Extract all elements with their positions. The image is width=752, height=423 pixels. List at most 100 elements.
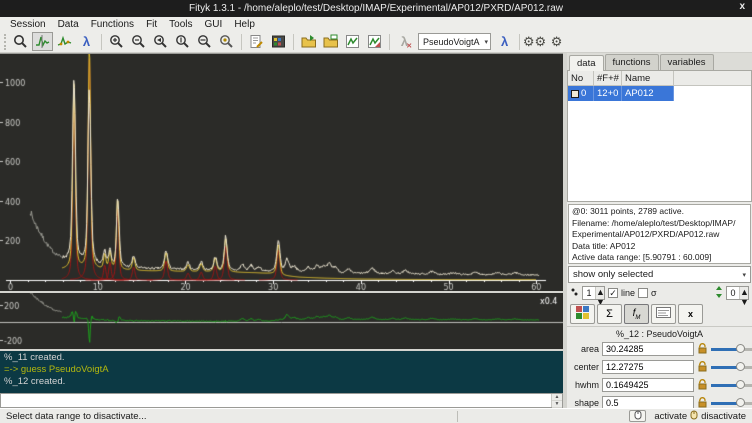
formula-text-button[interactable] (651, 304, 676, 324)
hwhm-field[interactable] (602, 378, 694, 392)
save-image-button[interactable] (364, 32, 385, 51)
menu-session[interactable]: Session (4, 19, 52, 30)
toolbar-handle (4, 34, 7, 50)
center-slider[interactable] (711, 362, 752, 372)
run-fit-button[interactable]: ⚙⚙ (524, 32, 545, 51)
zoom-out-button[interactable] (128, 32, 149, 51)
peak-type-dropdown[interactable]: PseudoVoigtA ▾ (418, 33, 491, 50)
dataset-info-box[interactable]: @0: 3011 points, 2789 active. Filename: … (568, 204, 751, 264)
zoom-in-icon (109, 34, 124, 49)
save-data-button[interactable] (342, 32, 363, 51)
zoom-prev-icon (153, 34, 168, 49)
show-formula-button[interactable]: fM (624, 304, 649, 324)
zoom-all-button[interactable] (216, 32, 237, 51)
aux-plot-panel (0, 291, 563, 349)
tab-data[interactable]: data (569, 55, 604, 71)
close-button[interactable]: x (739, 1, 745, 12)
data-range-mode-button[interactable] (32, 32, 53, 51)
menu-data[interactable]: Data (52, 19, 85, 30)
shift-spinner[interactable]: 0 ▲▼ (726, 286, 749, 300)
formula-box-icon (656, 307, 671, 321)
title-bar: Fityk 1.3.1 - /home/aleplo/test/Desktop/… (0, 0, 752, 17)
delete-function-button[interactable]: x (678, 304, 703, 324)
disactivate-label: disactivate (701, 411, 746, 422)
dataset-row[interactable]: 0 12+0 AP012 (568, 86, 674, 101)
data-transform-button[interactable] (268, 32, 289, 51)
mouse-hint-button[interactable] (629, 410, 646, 422)
zoom-mode-button[interactable] (10, 32, 31, 51)
point-size-spinner[interactable]: 1 ▲▼ (582, 286, 605, 300)
main-plot-panel (0, 53, 563, 291)
param-label: hwhm (569, 380, 599, 390)
param-row-hwhm: hwhm (567, 377, 752, 393)
info-line: Experimental/AP012/PXRD/AP012.raw (572, 229, 747, 241)
command-input-row: ▲▼ (0, 393, 563, 408)
undefine-function-button[interactable]: λ✕ (394, 32, 415, 51)
spin-down-icon[interactable]: ▼ (552, 401, 562, 408)
area-field[interactable] (602, 342, 694, 356)
gears-icon: ⚙⚙ (523, 35, 546, 48)
load-data-button[interactable] (298, 32, 319, 51)
toolbar-separator (293, 34, 294, 50)
toolbar-separator (519, 34, 520, 50)
col-functions-count: #F+# (594, 71, 622, 85)
menu-gui[interactable]: GUI (199, 19, 229, 30)
function-tools-row: Σ fM x (567, 302, 752, 326)
hwhm-slider[interactable] (711, 380, 752, 390)
chevron-down-icon: ▾ (485, 38, 489, 46)
dataset-func-count: 12+0 (594, 86, 622, 101)
dataset-table[interactable]: No #F+# Name 0 12+0 AP012 (567, 70, 752, 202)
formula-icon: fM (633, 308, 641, 321)
auto-add-peak-button[interactable]: λ (494, 32, 515, 51)
menu-tools[interactable]: Tools (163, 19, 198, 30)
lock-icon[interactable] (697, 360, 708, 375)
toolbar-separator (101, 34, 102, 50)
lock-icon[interactable] (697, 342, 708, 357)
status-divider (457, 411, 458, 422)
area-slider[interactable] (711, 344, 752, 354)
zoom-prev-button[interactable] (150, 32, 171, 51)
menu-functions[interactable]: Functions (85, 19, 140, 30)
zoom-horiz-button[interactable] (194, 32, 215, 51)
spin-up-icon[interactable]: ▲ (740, 287, 748, 297)
edit-script-button[interactable] (246, 32, 267, 51)
zoom-vert-button[interactable] (172, 32, 193, 51)
zoom-in-button[interactable] (106, 32, 127, 51)
sum-button[interactable]: Σ (597, 304, 622, 324)
center-field[interactable] (602, 360, 694, 374)
info-line: Active data range: [5.90791 : 60.009] (572, 252, 747, 264)
command-history-spinner[interactable]: ▲▼ (551, 394, 562, 407)
tab-variables[interactable]: variables (660, 54, 714, 70)
dataset-color-swatch[interactable] (571, 90, 579, 98)
aux-plot-canvas[interactable] (0, 293, 563, 349)
spin-up-icon[interactable]: ▲ (596, 287, 604, 297)
zoom-horizontal-icon (197, 34, 212, 49)
sigma-icon: Σ (606, 308, 613, 320)
execute-script-button[interactable] (320, 32, 341, 51)
tab-functions[interactable]: functions (605, 54, 659, 70)
gear-undo-icon: ⚙ (551, 35, 563, 48)
info-line: @0: 3011 points, 2789 active. (572, 206, 747, 218)
spin-up-icon[interactable]: ▲ (552, 394, 562, 401)
line-checkbox[interactable]: ✓ (608, 288, 618, 298)
shape-slider[interactable] (711, 398, 752, 408)
menu-fit[interactable]: Fit (140, 19, 163, 30)
undo-fit-button[interactable]: ⚙ (546, 32, 567, 51)
function-filter-dropdown[interactable]: show only selected ▾ (568, 266, 751, 283)
param-label: shape (569, 398, 599, 408)
function-panel-title: %_12 : PseudoVoigtA (567, 326, 752, 339)
export-data-icon (345, 34, 360, 49)
filter-value: show only selected (573, 269, 653, 280)
background-mode-button[interactable] (54, 32, 75, 51)
lock-icon[interactable] (697, 378, 708, 393)
sigma-checkbox[interactable] (638, 288, 648, 298)
main-plot-canvas[interactable] (0, 54, 563, 291)
command-input[interactable] (1, 394, 551, 407)
colors-button[interactable] (570, 304, 595, 324)
fityk-window: Fityk 1.3.1 - /home/aleplo/test/Desktop/… (0, 0, 752, 423)
close-x-icon: x (688, 309, 693, 319)
add-peak-mode-button[interactable]: λ (76, 32, 97, 51)
sidebar-tabs: data functions variables (567, 53, 752, 70)
output-console[interactable]: %_11 created. =-> guess PseudoVoigtA %_1… (0, 349, 563, 393)
menu-help[interactable]: Help (228, 19, 261, 30)
